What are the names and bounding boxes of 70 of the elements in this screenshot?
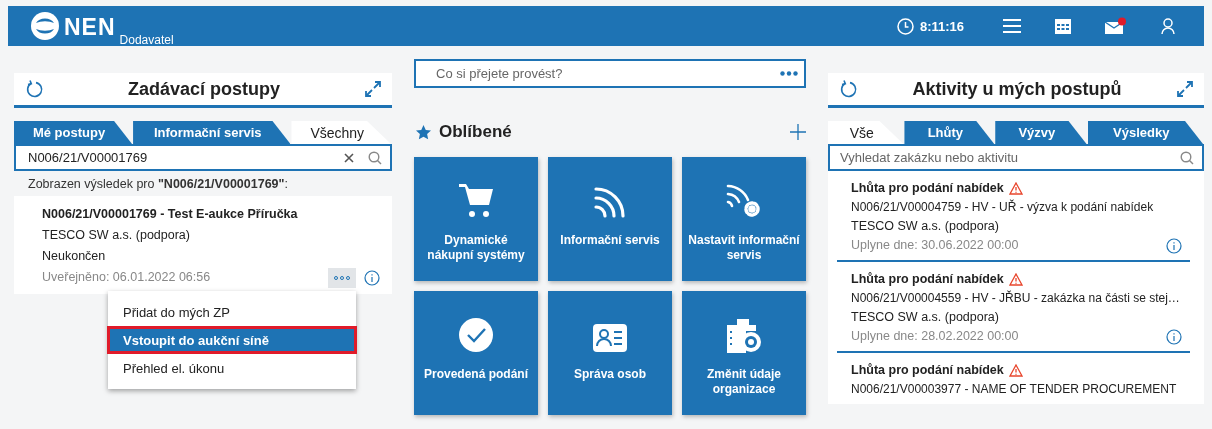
- more-icon[interactable]: [780, 71, 798, 76]
- refresh-icon[interactable]: [24, 79, 44, 99]
- procedure-name: N006/21/V00003977 - NAME OF TENDER PROCUREMENT: [851, 381, 1177, 398]
- menu-icon[interactable]: [1003, 19, 1021, 33]
- clear-icon[interactable]: [344, 152, 354, 163]
- logo-text[interactable]: NEN: [64, 14, 116, 41]
- star-icon: [416, 124, 431, 140]
- info-icon[interactable]: [1166, 328, 1182, 345]
- activity-item[interactable]: Lhůta pro podání nabídek N006/21/V00003977 - NAME OF TENDER PROCUREMENT: [837, 353, 1190, 404]
- due-date: Uplyne dne: 28.02.2022 00:00: [851, 328, 1019, 345]
- feed-icon: [593, 185, 627, 219]
- shortcut-tile[interactable]: Nastavit informační servis: [682, 157, 806, 281]
- activity-title: Lhůta pro podání nabídek: [851, 180, 1004, 197]
- shortcut-tile[interactable]: Správa osob: [548, 291, 672, 415]
- shortcut-tile[interactable]: Změnit údaje organizace: [682, 291, 806, 415]
- expand-icon[interactable]: [364, 80, 382, 98]
- shortcut-tile[interactable]: Provedená podání: [414, 291, 538, 415]
- menu-item[interactable]: Přehled el. úkonu: [108, 355, 356, 381]
- search-field[interactable]: Vyhledat zakázku nebo aktivitu: [828, 144, 1204, 171]
- user-icon[interactable]: [1161, 18, 1175, 34]
- refresh-icon[interactable]: [838, 79, 858, 99]
- clock-icon: [896, 17, 914, 35]
- expand-icon[interactable]: [1176, 80, 1194, 98]
- tab[interactable]: Mé postupy: [14, 121, 133, 144]
- cart-icon: [457, 183, 495, 219]
- result-title: N006/21/V00001769 - Test E-aukce Příručka: [42, 206, 299, 223]
- contact-card-icon: [592, 323, 628, 353]
- more-icon: [334, 275, 350, 280]
- result-note: Zobrazen výsledek pro "N006/21/V00001769":: [28, 177, 289, 191]
- result-status: Neukončen: [42, 248, 107, 265]
- check-circle-icon: [458, 317, 494, 353]
- search-icon[interactable]: [1180, 150, 1194, 165]
- tab[interactable]: Lhůty: [904, 121, 995, 144]
- info-icon[interactable]: [1166, 237, 1182, 254]
- panel-title: Aktivity u mých postupů: [912, 78, 1122, 100]
- search-field[interactable]: N006/21/V00001769: [14, 144, 392, 171]
- tab[interactable]: Výsledky: [1087, 121, 1203, 144]
- mail-icon[interactable]: [1105, 17, 1127, 35]
- search-icon[interactable]: [368, 150, 382, 165]
- procedure-name: N006/21/V00004759 - HV - UŘ - výzva k podání nabídek: [851, 198, 1154, 216]
- company-name: TESCO SW a.s. (podpora): [851, 309, 1000, 326]
- tab[interactable]: Vše: [828, 121, 904, 144]
- shortcut-tile[interactable]: Informační servis: [548, 157, 672, 281]
- activity-item[interactable]: Lhůta pro podání nabídek N006/21/V00004559 - HV - JŘBU - zakázka na části se stej… TESCO SW a.s. (podpora) Uplyne dne: 28.02.2022 00:00: [837, 262, 1190, 353]
- tab[interactable]: Výzvy: [995, 121, 1087, 144]
- section-title: Oblíbené: [439, 122, 513, 142]
- company-name: TESCO SW a.s. (podpora): [851, 218, 1000, 235]
- menu-item[interactable]: Přidat do mých ZP: [108, 299, 356, 325]
- activity-title: Lhůta pro podání nabídek: [851, 271, 1004, 288]
- command-field[interactable]: Co si přejete provést?: [414, 59, 806, 88]
- feed-gear-icon: [726, 183, 762, 219]
- portal-subtitle: Dodavatel: [119, 33, 174, 47]
- published-date: Uveřejněno: 06.01.2022 06:56: [42, 269, 211, 286]
- activity-title: Lhůta pro podání nabídek: [851, 362, 1004, 379]
- more-button[interactable]: [328, 267, 356, 288]
- company-name: TESCO SW a.s. (podpora): [42, 227, 191, 244]
- logo-icon: [30, 11, 60, 41]
- session-time: 8:11:16: [919, 18, 964, 34]
- tab[interactable]: Informační servis: [133, 121, 291, 144]
- panel-title: Zadávací postupy: [127, 78, 280, 100]
- activity-item[interactable]: Lhůta pro podání nabídek N006/21/V00004759 - HV - UŘ - výzva k podání nabídek TESCO SW a.s. (podpora) Uplyne dne: 30.06.2022 00:00: [837, 171, 1190, 262]
- menu-item[interactable]: Vstoupit do aukční síně: [108, 327, 356, 353]
- due-date: Uplyne dne: 30.06.2022 00:00: [851, 237, 1019, 254]
- building-gear-icon: [726, 317, 762, 353]
- add-icon[interactable]: [790, 124, 806, 140]
- calendar-icon[interactable]: [1055, 18, 1071, 34]
- info-icon[interactable]: [364, 269, 380, 286]
- procedure-name: N006/21/V00004559 - HV - JŘBU - zakázka na části se stej…: [851, 289, 1180, 307]
- shortcut-tile[interactable]: Dynamické nákupní systémy: [414, 157, 538, 281]
- tab[interactable]: Všechny: [291, 121, 391, 144]
